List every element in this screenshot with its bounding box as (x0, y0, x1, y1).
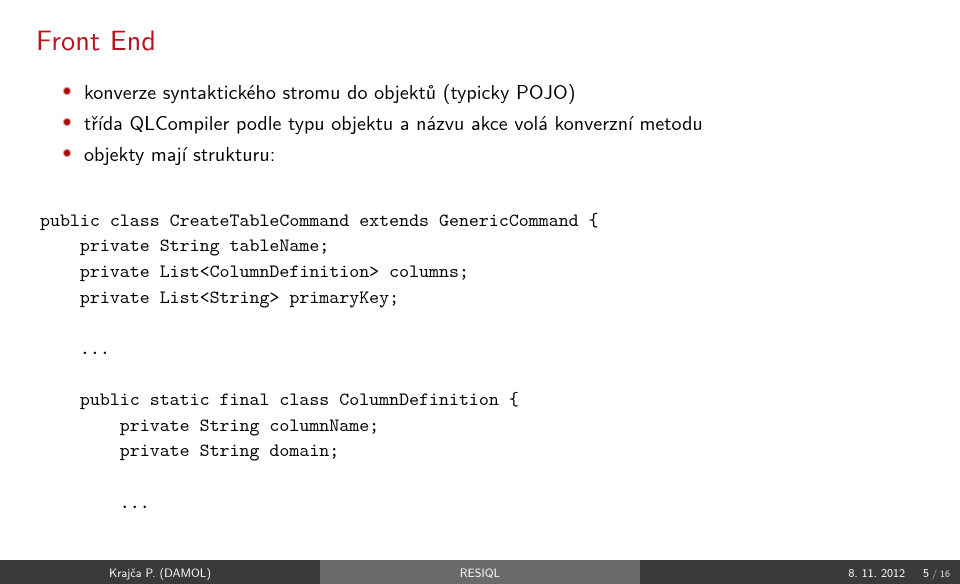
footer: Krajča P. (DAMOL) RESIQL 8. 11. 2012 5 /… (0, 560, 960, 584)
code-ellipsis: ... (40, 490, 150, 515)
slide: Front End konverze syntaktického stromu … (0, 0, 960, 584)
code-line: private List<ColumnDefinition> columns; (40, 259, 469, 284)
bullet-item: konverze syntaktického stromu do objektů… (62, 77, 924, 106)
footer-author: Krajča P. (DAMOL) (0, 560, 320, 584)
code-block: public class CreateTableCommand extends … (40, 182, 924, 541)
footer-title-text: RESIQL (460, 563, 500, 581)
bullet-item: třída QLCompiler podle typu objektu a ná… (62, 108, 924, 137)
code-line: private String columnName; (40, 413, 379, 438)
footer-author-text: Krajča P. (DAMOL) (109, 563, 211, 581)
bullet-list: konverze syntaktického stromu do objektů… (62, 77, 924, 168)
footer-page-sep: / (932, 566, 937, 581)
footer-page-total: 16 (940, 566, 950, 581)
slide-title: Front End (36, 18, 924, 59)
code-ellipsis: ... (40, 336, 110, 361)
footer-meta: 8. 11. 2012 5 / 16 (640, 560, 960, 584)
code-line: private String domain; (40, 438, 339, 463)
bullet-text: objekty mají strukturu: (84, 139, 275, 168)
bullet-text: třída QLCompiler podle typu objektu a ná… (84, 108, 703, 137)
footer-page-current: 5 (923, 563, 929, 581)
code-line: private String tableName; (40, 233, 329, 258)
bullet-item: objekty mají strukturu: (62, 139, 924, 168)
bullet-text: konverze syntaktického stromu do objektů… (84, 77, 575, 106)
code-line: public class CreateTableCommand extends … (40, 208, 599, 233)
code-line: public static final class ColumnDefiniti… (40, 387, 519, 412)
footer-page: 5 / 16 (923, 563, 950, 581)
code-line: private List<String> primaryKey; (40, 285, 399, 310)
footer-title: RESIQL (320, 560, 640, 584)
footer-date: 8. 11. 2012 (848, 563, 905, 581)
